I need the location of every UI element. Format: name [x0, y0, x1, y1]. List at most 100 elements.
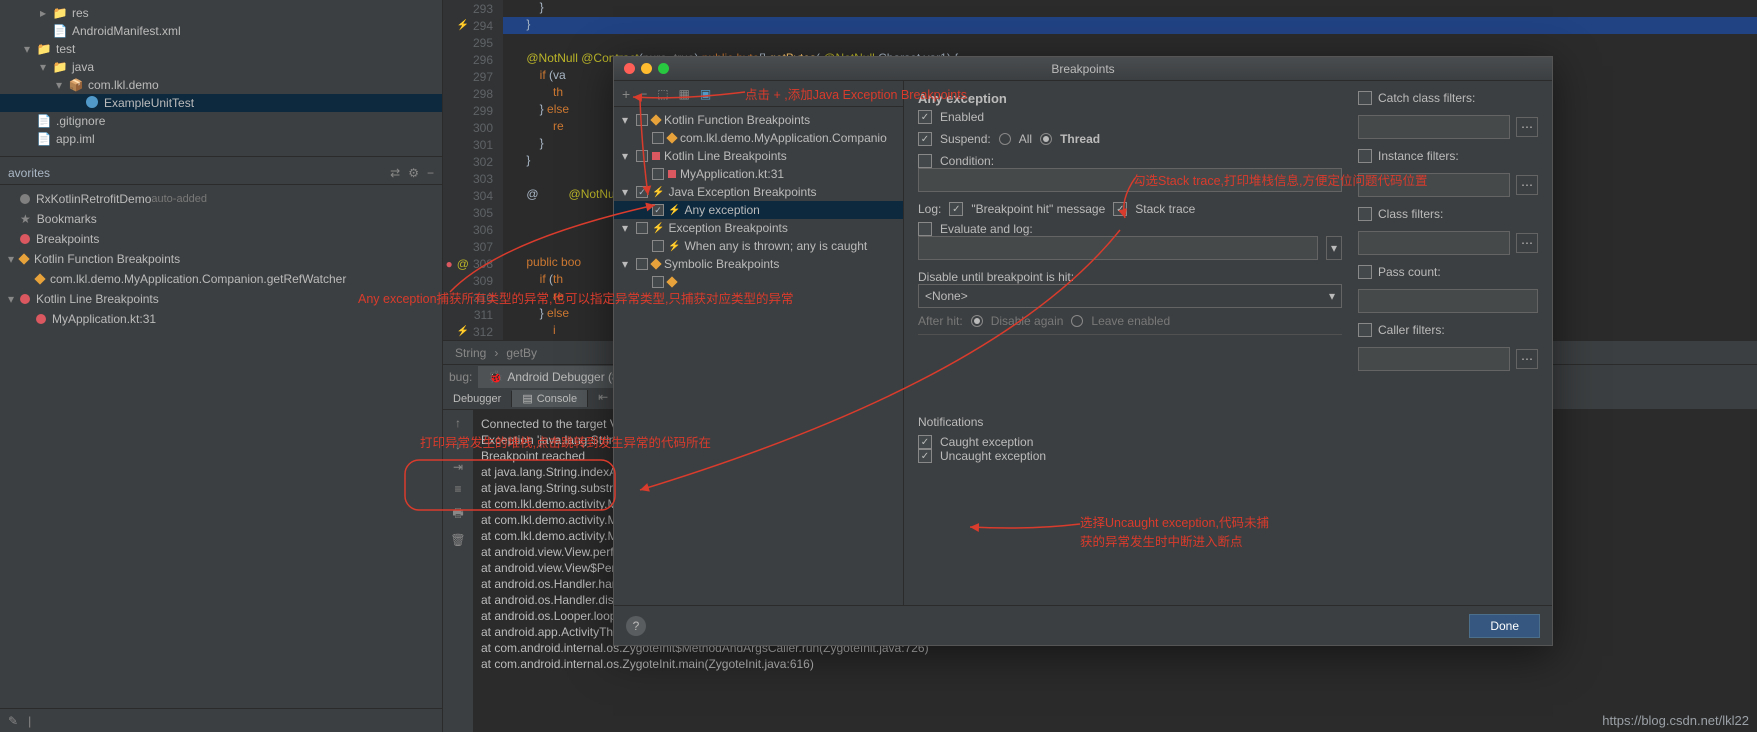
wrap-icon[interactable]: ⇥ [453, 460, 463, 474]
all-radio[interactable] [999, 133, 1011, 145]
breakpoint-tree-item[interactable]: ▾⚡Exception Breakpoints [614, 219, 903, 237]
browse-button[interactable]: ⋯ [1516, 117, 1538, 137]
favorites-item[interactable]: Breakpoints [0, 229, 442, 249]
eval-input[interactable] [918, 236, 1318, 260]
bp-enable-checkbox[interactable] [636, 114, 648, 126]
catch-filters-input[interactable] [1358, 115, 1510, 139]
class-filters-cb[interactable] [1358, 207, 1372, 221]
bp-enable-checkbox[interactable] [652, 168, 664, 180]
maximize-window-icon[interactable] [658, 63, 669, 74]
breakpoint-tree-item[interactable] [614, 273, 903, 291]
bp-group-icon[interactable]: ▦ [679, 87, 690, 101]
suspend-checkbox[interactable] [918, 132, 932, 146]
favorites-item[interactable]: RxKotlinRetrofitDemo auto-added [0, 189, 442, 209]
tree-row[interactable]: ▾📦com.lkl.demo [0, 76, 442, 94]
bp-view-icon[interactable]: ⬚ [657, 87, 668, 101]
tab-console[interactable]: ▤ Console [512, 390, 588, 407]
favorites-item[interactable]: com.lkl.demo.MyApplication.Companion.get… [0, 269, 442, 289]
browse-button[interactable]: ⋯ [1516, 349, 1538, 369]
minimize-window-icon[interactable] [641, 63, 652, 74]
filter-icon[interactable]: ≡ [454, 482, 461, 496]
remove-breakpoint-button[interactable]: − [640, 87, 647, 101]
breakpoint-tree-item[interactable]: com.lkl.demo.MyApplication.Companio [614, 129, 903, 147]
close-window-icon[interactable] [624, 63, 635, 74]
breakpoint-tree-item[interactable]: ⚡When any is thrown; any is caught [614, 237, 903, 255]
editor-gutter: 293⚡294295296297298299300301302303304305… [443, 0, 503, 340]
enabled-checkbox[interactable] [918, 110, 932, 124]
disable-until-select[interactable]: <None>▾ [918, 284, 1342, 308]
favorites-gear-icon[interactable]: ⚙ [408, 166, 419, 180]
pass-count-cb[interactable] [1358, 265, 1372, 279]
bp-filter-icon[interactable]: ▣ [700, 87, 711, 101]
bp-enable-checkbox[interactable] [652, 276, 664, 288]
tree-row[interactable]: ▾📁java [0, 58, 442, 76]
log-hit-checkbox[interactable] [949, 202, 963, 216]
tree-row[interactable]: 📄app.iml [0, 130, 442, 148]
favorites-item[interactable]: ▾Kotlin Line Breakpoints [0, 289, 442, 309]
bp-enable-checkbox[interactable] [652, 204, 664, 216]
favorites-tree: RxKotlinRetrofitDemo auto-added★Bookmark… [0, 185, 442, 333]
breadcrumb-item[interactable]: String [455, 346, 486, 360]
favorites-title: avorites [8, 166, 50, 180]
bp-enable-checkbox[interactable] [636, 258, 648, 270]
tree-row[interactable]: ExampleUnitTest [0, 94, 442, 112]
breakpoint-tree-item[interactable]: ▾Kotlin Function Breakpoints [614, 111, 903, 129]
stack-trace-checkbox[interactable] [1113, 202, 1127, 216]
tree-row[interactable]: 📄AndroidManifest.xml [0, 22, 442, 40]
breadcrumb-item[interactable]: getBy [506, 346, 537, 360]
caller-filters-cb[interactable] [1358, 323, 1372, 337]
up-icon[interactable]: ↑ [455, 416, 461, 430]
tree-row[interactable]: 📄.gitignore [0, 112, 442, 130]
add-breakpoint-button[interactable]: + [622, 86, 630, 102]
tab-debugger[interactable]: Debugger [443, 391, 512, 407]
eval-checkbox[interactable] [918, 222, 932, 236]
disable-again-radio[interactable] [971, 315, 983, 327]
print-icon[interactable]: 🖶 [452, 504, 463, 525]
browse-button[interactable]: ⋯ [1516, 233, 1538, 253]
bp-enable-checkbox[interactable] [652, 132, 664, 144]
uncaught-checkbox[interactable] [918, 449, 932, 463]
condition-checkbox[interactable] [918, 154, 932, 168]
down-icon[interactable]: ↓ [455, 438, 461, 452]
bp-enable-checkbox[interactable] [636, 222, 648, 234]
caught-checkbox[interactable] [918, 435, 932, 449]
condition-input[interactable] [918, 168, 1342, 192]
favorites-item[interactable]: ★Bookmarks [0, 209, 442, 229]
help-button[interactable]: ? [626, 616, 646, 636]
browse-button[interactable]: ⋯ [1516, 175, 1538, 195]
catch-filters-cb[interactable] [1358, 91, 1372, 105]
favorites-item[interactable]: MyApplication.kt:31 [0, 309, 442, 329]
favorites-header: avorites ⇄ ⚙ − [0, 161, 442, 185]
breakpoint-tree-item[interactable]: ▾Symbolic Breakpoints [614, 255, 903, 273]
notifications-label: Notifications [918, 415, 1342, 429]
breakpoint-tree-item[interactable]: ▾⚡Java Exception Breakpoints [614, 183, 903, 201]
window-controls[interactable] [614, 63, 669, 74]
pass-count-input[interactable] [1358, 289, 1538, 313]
thread-radio[interactable] [1040, 133, 1052, 145]
bp-enable-checkbox[interactable] [652, 240, 664, 252]
class-filters-input[interactable] [1358, 231, 1510, 255]
tree-row[interactable]: ▸📁res [0, 4, 442, 22]
divider-icon: | [28, 714, 31, 728]
favorites-minimize-icon[interactable]: − [427, 166, 434, 180]
done-button[interactable]: Done [1469, 614, 1540, 638]
favorites-sort-icon[interactable]: ⇄ [390, 166, 400, 180]
breakpoint-tree-item[interactable]: MyApplication.kt:31 [614, 165, 903, 183]
favorites-item[interactable]: ▾Kotlin Function Breakpoints [0, 249, 442, 269]
debug-step-icon[interactable]: ⇤ [598, 390, 608, 407]
eval-expand-button[interactable]: ▾ [1326, 236, 1342, 260]
instance-filters-cb[interactable] [1358, 149, 1372, 163]
bp-enable-checkbox[interactable] [636, 150, 648, 162]
instance-filters-input[interactable] [1358, 173, 1510, 197]
breakpoint-tree-item[interactable]: ▾Kotlin Line Breakpoints [614, 147, 903, 165]
breakpoints-tree[interactable]: ▾Kotlin Function Breakpointscom.lkl.demo… [614, 107, 903, 605]
edit-icon[interactable]: ✎ [8, 714, 18, 728]
caller-filters-input[interactable] [1358, 347, 1510, 371]
breakpoint-tree-item[interactable]: ⚡Any exception [614, 201, 903, 219]
leave-enabled-radio[interactable] [1071, 315, 1083, 327]
dialog-titlebar[interactable]: Breakpoints [614, 57, 1552, 81]
project-tree: ▸📁res📄AndroidManifest.xml▾📁test▾📁java▾📦c… [0, 0, 442, 152]
bp-enable-checkbox[interactable] [636, 186, 648, 198]
tree-row[interactable]: ▾📁test [0, 40, 442, 58]
trash-icon[interactable]: 🗑 [450, 533, 465, 547]
